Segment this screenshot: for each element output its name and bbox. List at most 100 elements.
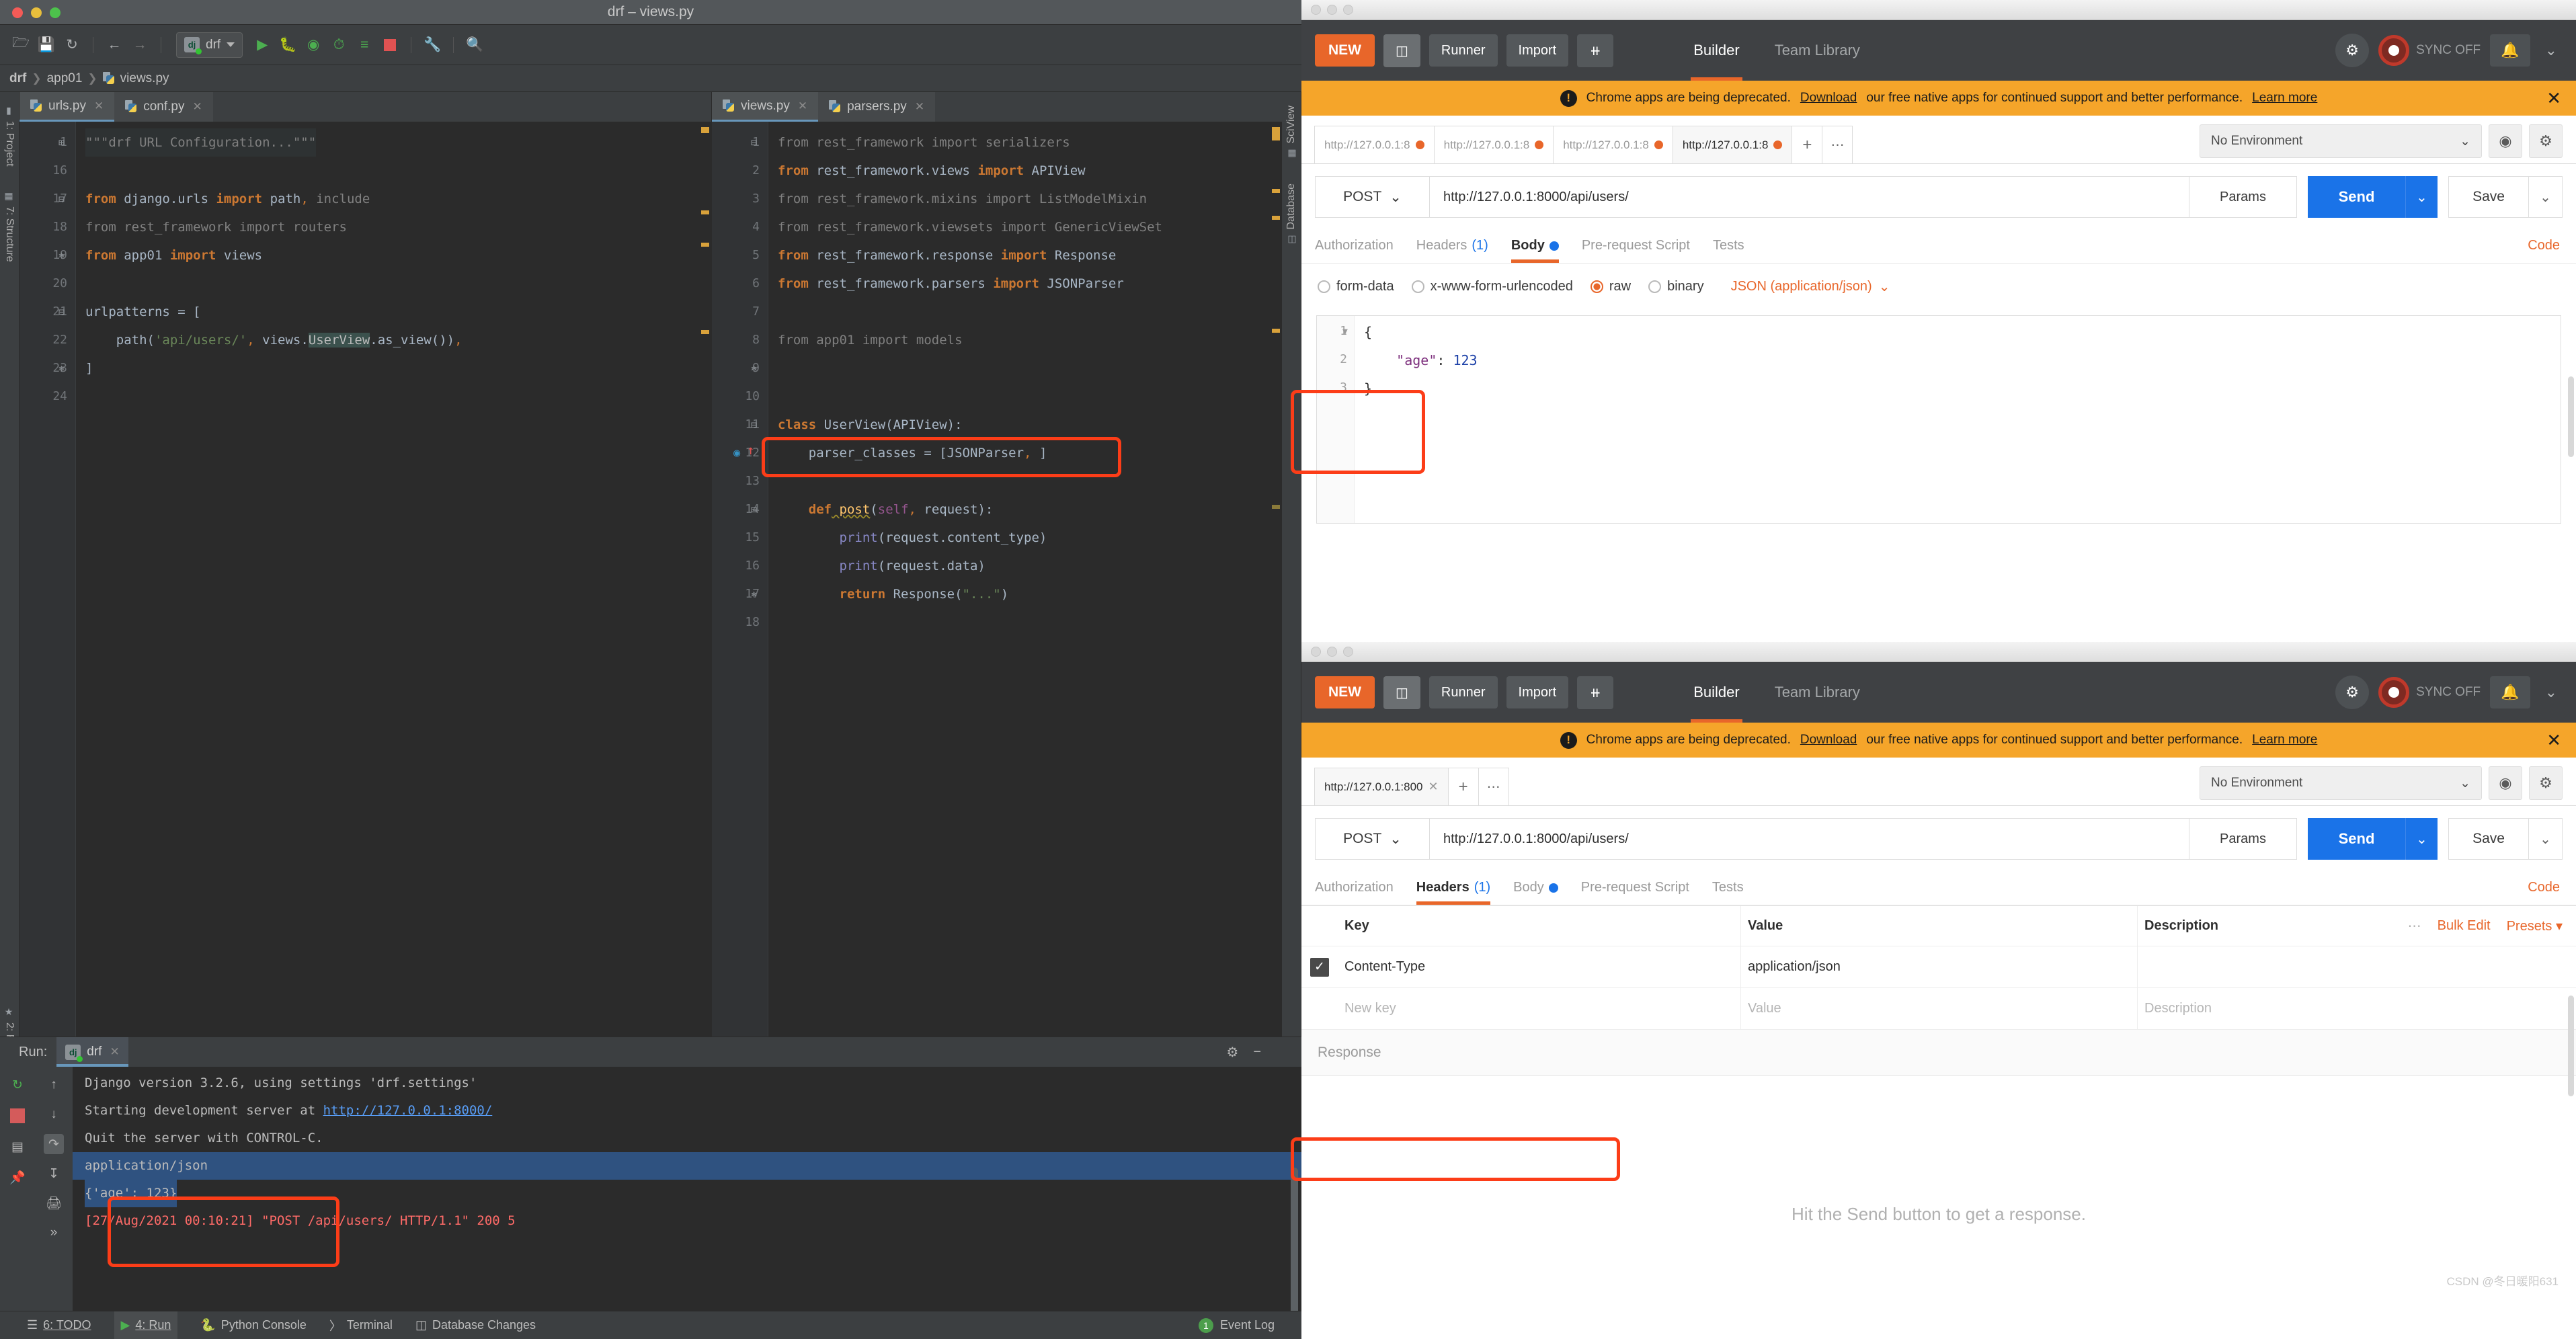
run-settings-gear-icon[interactable]: ⚙ <box>1226 1044 1238 1061</box>
code-link[interactable]: Code <box>2528 238 2560 253</box>
close-icon[interactable]: ✕ <box>2546 88 2561 109</box>
sync-icon[interactable]: ↻ <box>61 34 83 56</box>
gear-icon[interactable]: ⚙ <box>2529 124 2563 158</box>
console-scrollbar[interactable] <box>1291 1168 1298 1311</box>
import-button[interactable]: Import <box>1506 676 1569 708</box>
override-gutter-icon[interactable]: ◉ <box>733 439 740 467</box>
tab-headers[interactable]: Headers (1) <box>1416 238 1488 263</box>
tab-urls-py[interactable]: urls.py ✕ <box>19 92 114 122</box>
radio-raw[interactable]: raw <box>1591 279 1631 294</box>
response-scrollbar[interactable] <box>2568 996 2574 1096</box>
search-icon[interactable]: 🔍 <box>463 34 486 56</box>
tab-authorization[interactable]: Authorization <box>1315 880 1394 905</box>
code-editor-views-py[interactable]: 1 2 3 4 5 6 7 8 9 10 11 12 13 <box>712 122 1282 1100</box>
sidebar-toggle-icon[interactable]: ◫ <box>1383 676 1420 709</box>
fold-caret-icon[interactable]: ▼ <box>1342 327 1348 337</box>
table-row[interactable]: ✓ Content-Type application/json <box>1301 946 2576 988</box>
more-icon[interactable]: » <box>44 1223 64 1243</box>
tab-body[interactable]: Body <box>1511 238 1559 263</box>
status-item-todo[interactable]: ☰ 6: TODO <box>27 1318 91 1332</box>
new-button[interactable]: NEW <box>1315 676 1375 708</box>
body-format-select[interactable]: JSON (application/json) ⌄ <box>1731 278 1890 295</box>
close-icon[interactable]: ✕ <box>1428 780 1439 794</box>
banner-download-link[interactable]: Download <box>1800 733 1857 747</box>
request-url-input[interactable]: http://127.0.0.1:8000/api/users/ <box>1429 818 2189 860</box>
layout-icon[interactable]: ▤ <box>7 1137 28 1157</box>
run-console-output[interactable]: Django version 3.2.6, using settings 'dr… <box>73 1067 1301 1311</box>
import-button[interactable]: Import <box>1506 34 1569 67</box>
tab-tests[interactable]: Tests <box>1712 880 1744 905</box>
code-text-left[interactable]: """drf URL Configuration...""" from djan… <box>76 122 711 1100</box>
http-method-select[interactable]: POST ⌄ <box>1315 176 1429 218</box>
save-icon[interactable]: 💾 <box>35 34 58 56</box>
status-item-database-changes[interactable]: ◫ Database Changes <box>415 1318 536 1332</box>
header-description-cell[interactable] <box>2138 946 2576 987</box>
scroll-to-end-icon[interactable]: ↧ <box>44 1164 64 1184</box>
rerun-icon[interactable]: ↻ <box>7 1075 28 1095</box>
close-icon[interactable]: ✕ <box>2546 730 2561 751</box>
fold-expand-icon[interactable]: ⊞ <box>58 128 65 157</box>
new-tab-icon[interactable]: ⧺ <box>1577 676 1613 709</box>
banner-learn-more-link[interactable]: Learn more <box>2252 733 2317 747</box>
environment-select[interactable]: No Environment ⌄ <box>2200 766 2482 800</box>
tab-builder[interactable]: Builder <box>1676 20 1757 81</box>
scroll-down-icon[interactable]: ↓ <box>44 1104 64 1125</box>
stop-icon[interactable] <box>378 34 401 56</box>
fold-collapse-icon[interactable]: ⊟ <box>58 298 65 326</box>
breadcrumb-item-file[interactable]: views.py <box>120 71 169 86</box>
new-header-value-input[interactable]: Value <box>1741 988 2138 1029</box>
close-window-button[interactable] <box>12 7 23 18</box>
close-icon[interactable]: ✕ <box>110 1045 119 1059</box>
tab-views-py[interactable]: views.py ✕ <box>712 92 818 122</box>
code-text-right[interactable]: from rest_framework import serializers f… <box>768 122 1282 1100</box>
close-icon[interactable]: ✕ <box>94 99 104 113</box>
radio-x-www-form-urlencoded[interactable]: x-www-form-urlencoded <box>1412 279 1573 294</box>
debug-icon[interactable]: 🐛 <box>276 34 299 56</box>
status-item-terminal[interactable]: 〉 Terminal <box>329 1317 393 1334</box>
sidebar-item-sciview[interactable]: ▦ SciView <box>1285 102 1297 163</box>
tab-authorization[interactable]: Authorization <box>1315 238 1394 263</box>
open-folder-icon[interactable]: 🗁 <box>9 34 32 56</box>
run-with-params-icon[interactable]: ≡ <box>353 34 376 56</box>
save-options-chevron-icon[interactable]: ⌄ <box>2529 176 2563 218</box>
sidebar-item-database[interactable]: ◫ Database <box>1285 179 1297 249</box>
tab-parsers-py[interactable]: parsers.py ✕ <box>818 92 935 122</box>
tab-headers[interactable]: Headers (1) <box>1416 880 1490 905</box>
pin-icon[interactable]: 📌 <box>7 1168 28 1188</box>
request-tabs-more-icon[interactable]: ⋯ <box>1478 768 1509 805</box>
breadcrumb-item-project[interactable]: drf <box>9 71 26 86</box>
run-icon[interactable]: ▶ <box>251 34 274 56</box>
maximize-window-button[interactable] <box>1343 647 1353 657</box>
request-tabs-more-icon[interactable]: ⋯ <box>1822 126 1853 163</box>
back-arrow-icon[interactable]: ← <box>103 34 126 56</box>
request-tab-3[interactable]: http://127.0.0.1:8 <box>1553 126 1673 163</box>
gear-icon[interactable]: ⚙ <box>2529 766 2563 800</box>
send-options-chevron-icon[interactable]: ⌄ <box>2405 818 2438 860</box>
new-header-key-input[interactable]: New key <box>1338 988 1741 1029</box>
bulk-edit-button[interactable]: Bulk Edit <box>2438 918 2491 934</box>
tab-team-library[interactable]: Team Library <box>1757 20 1878 81</box>
fold-end-icon[interactable]: ⎈ <box>751 580 757 608</box>
fold-collapse-icon[interactable]: ⊟ <box>751 495 757 524</box>
save-options-chevron-icon[interactable]: ⌄ <box>2529 818 2563 860</box>
http-method-select[interactable]: POST ⌄ <box>1315 818 1429 860</box>
new-button[interactable]: NEW <box>1315 34 1375 67</box>
run-coverage-icon[interactable]: ◉ <box>302 34 325 56</box>
sidebar-item-project[interactable]: ▮ 1: Project <box>3 102 15 171</box>
tab-team-library[interactable]: Team Library <box>1757 662 1878 723</box>
forward-arrow-icon[interactable]: → <box>128 34 151 56</box>
send-options-chevron-icon[interactable]: ⌄ <box>2405 176 2438 218</box>
status-event-log[interactable]: 1 Event Log <box>1199 1318 1275 1333</box>
close-icon[interactable]: ✕ <box>798 99 807 113</box>
status-item-run[interactable]: ▶ 4: Run <box>114 1311 178 1339</box>
code-editor-urls-py[interactable]: 1 16 17 18 19 20 21 22 23 24 ⊞ ⊟ <box>19 122 711 1100</box>
new-tab-icon[interactable]: ⧺ <box>1577 34 1613 67</box>
maximize-window-button[interactable] <box>1343 5 1353 15</box>
scroll-up-icon[interactable]: ↑ <box>44 1075 64 1095</box>
run-configuration-selector[interactable]: dj drf <box>176 32 243 58</box>
headers-more-icon[interactable]: ⋯ <box>2408 918 2421 934</box>
sidebar-item-structure[interactable]: ▦ 7: Structure <box>3 187 15 266</box>
runner-button[interactable]: Runner <box>1429 34 1498 67</box>
minimize-window-button[interactable] <box>1327 647 1337 657</box>
breadcrumb-item-app[interactable]: app01 <box>47 71 83 86</box>
